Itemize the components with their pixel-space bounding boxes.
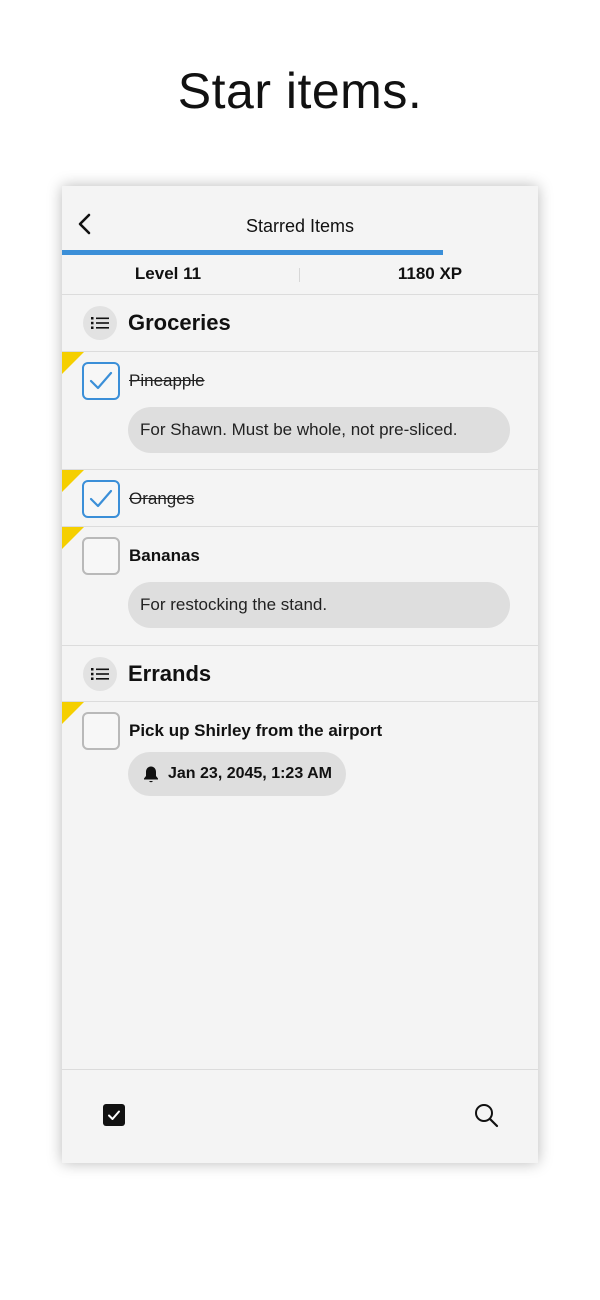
reminder-text: Jan 23, 2045, 1:23 AM [168, 765, 332, 782]
list-item-oranges[interactable]: Oranges [62, 470, 538, 526]
item-title: Oranges [129, 489, 195, 508]
list-icon [83, 306, 117, 340]
list-title: Errands [128, 661, 212, 686]
reminder-pill[interactable]: Jan 23, 2045, 1:23 AM [128, 752, 346, 796]
headline: Star items. [177, 63, 423, 119]
list-item-bananas[interactable]: Bananas For restocking the stand. [62, 527, 538, 645]
list-item-pick-up-shirley[interactable]: Pick up Shirley from the airport Jan 23,… [62, 702, 538, 822]
nav-bar: Starred Items [62, 186, 538, 255]
item-title: Pineapple [129, 371, 205, 390]
star-flag-icon[interactable] [62, 352, 84, 374]
item-checkbox[interactable] [82, 712, 120, 750]
star-flag-icon[interactable] [62, 702, 84, 724]
checkmark-icon [89, 489, 113, 508]
search-icon[interactable] [472, 1101, 500, 1129]
bottom-toolbar [62, 1069, 538, 1163]
item-checkbox[interactable] [82, 480, 120, 518]
list-icon [83, 657, 117, 691]
item-note[interactable]: For restocking the stand. [128, 582, 510, 628]
xp-label: 1180 XP [397, 264, 463, 283]
star-flag-icon[interactable] [62, 527, 84, 549]
checkmark-icon [89, 371, 113, 390]
stats-row: Level 11 1180 XP [62, 256, 538, 294]
checkbox-icon[interactable] [103, 1104, 125, 1126]
item-title: Bananas [129, 546, 200, 565]
list-item-pineapple[interactable]: Pineapple For Shawn. Must be whole, not … [62, 352, 538, 470]
list-header-errands[interactable]: Errands [62, 646, 538, 702]
item-note[interactable]: For Shawn. Must be whole, not pre-sliced… [128, 407, 510, 453]
list-header-groceries[interactable]: Groceries [62, 295, 538, 351]
level-label: Level 11 [134, 264, 202, 283]
xp-progress-fill [62, 250, 443, 255]
stats-divider [299, 268, 300, 282]
item-checkbox[interactable] [82, 537, 120, 575]
item-checkbox[interactable] [82, 362, 120, 400]
list-title: Groceries [128, 310, 231, 335]
phone-screen: Starred Items Level 11 1180 XP Groceries [62, 186, 538, 1163]
item-title: Pick up Shirley from the airport [129, 721, 383, 740]
page-title: Starred Items [245, 216, 355, 236]
xp-progress-bar [62, 250, 538, 255]
bell-icon [144, 766, 158, 783]
star-flag-icon[interactable] [62, 470, 84, 492]
